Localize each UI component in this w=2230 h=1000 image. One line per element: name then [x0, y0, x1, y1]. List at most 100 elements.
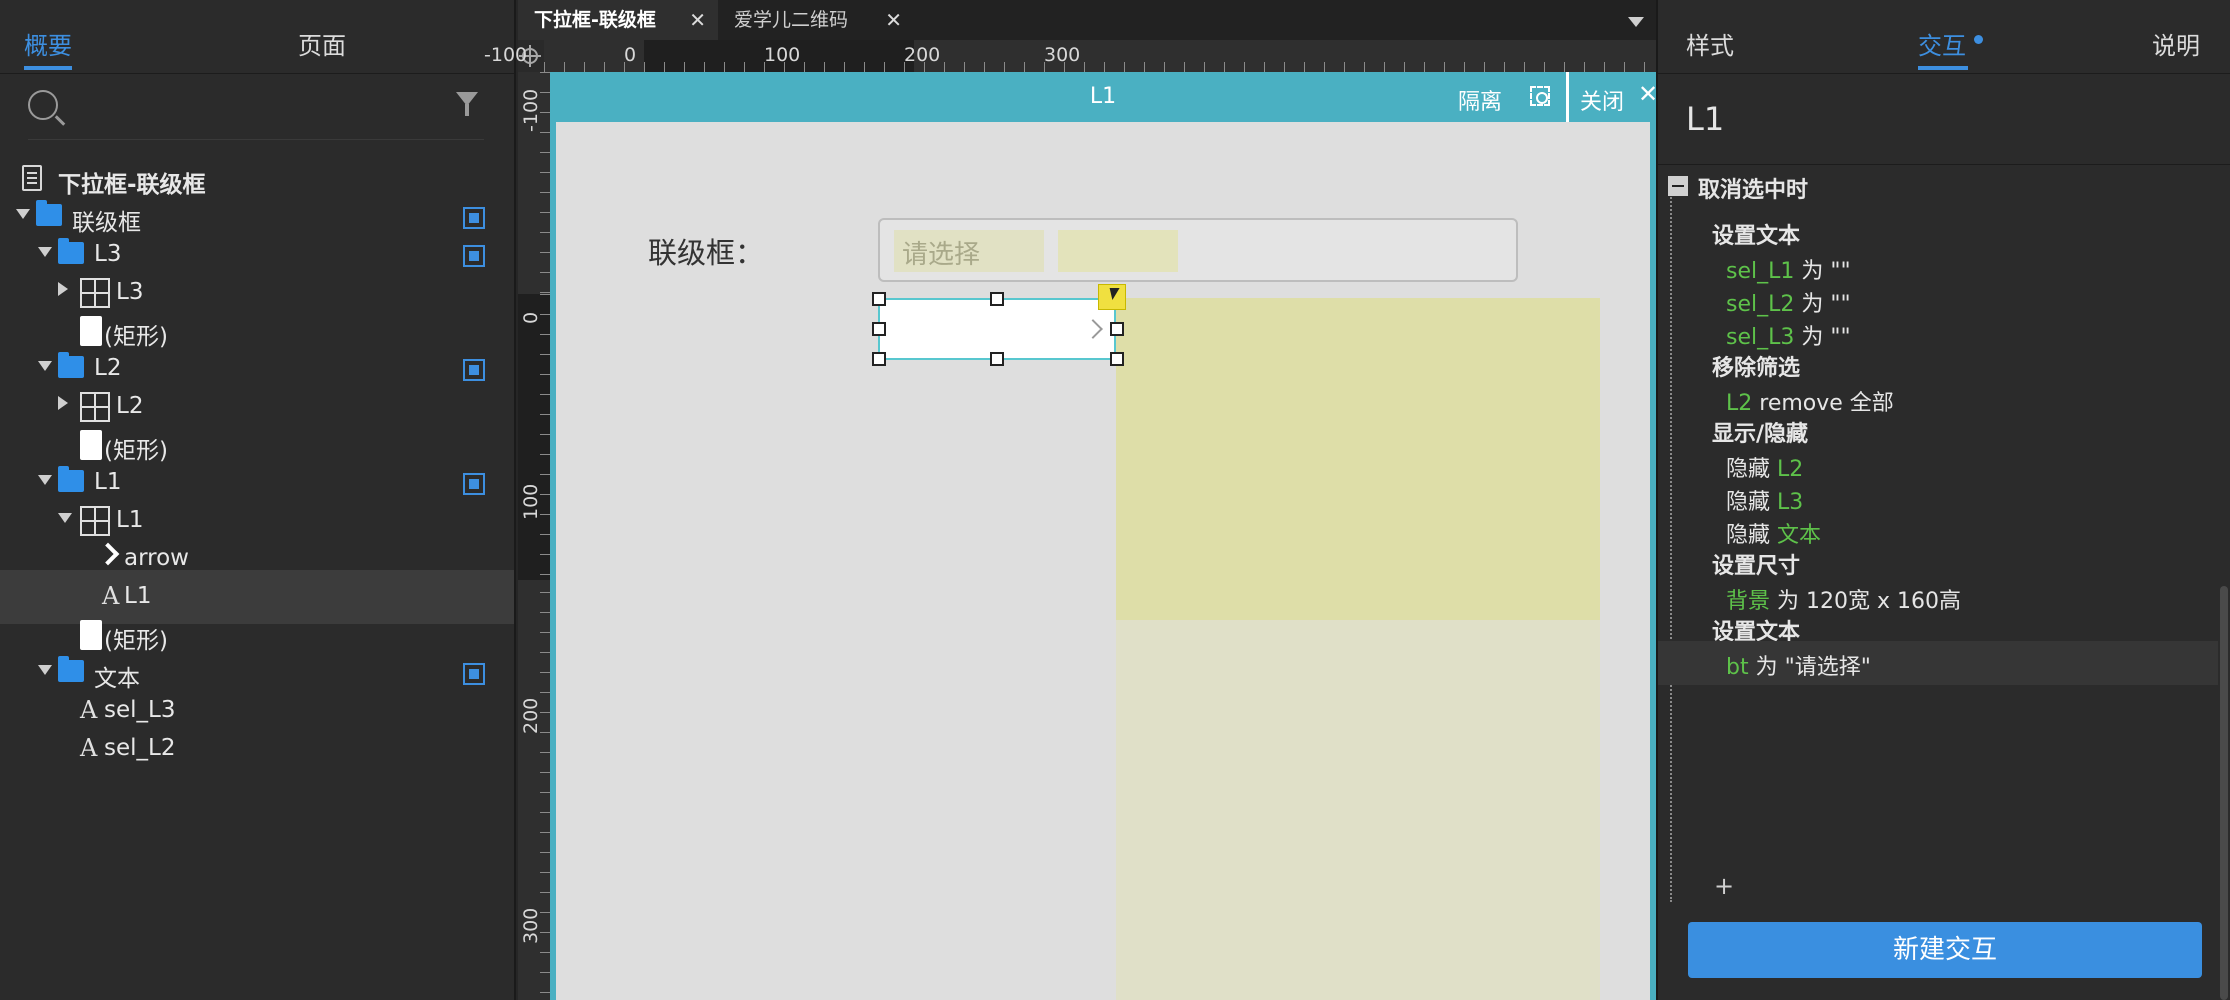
layer-label: L2 — [116, 393, 144, 419]
widget-name-field[interactable]: L1 — [1686, 100, 1724, 138]
dynamic-panel-icon[interactable] — [463, 473, 485, 495]
caret-down-icon[interactable] — [38, 247, 52, 257]
target-name: bt — [1726, 655, 1749, 680]
doc-tab-label: 下拉框-联级框 — [534, 9, 656, 31]
dynamic-panel-icon[interactable] — [463, 207, 485, 229]
layer-row[interactable]: Asel_L2 — [0, 722, 514, 776]
layer-label: L1 — [124, 583, 152, 609]
action-item[interactable]: 背景 为 120宽 x 160高 — [1658, 575, 2218, 619]
dynamic-panel-icon[interactable] — [463, 663, 485, 685]
scrollbar[interactable] — [2220, 586, 2228, 1000]
outline-search[interactable] — [28, 86, 484, 140]
ruler-label: 200 — [904, 44, 941, 66]
status-dot — [1974, 35, 1983, 44]
tab-menu-chevron-down-icon[interactable] — [1628, 17, 1644, 27]
search-icon[interactable] — [28, 90, 58, 120]
new-interaction-button[interactable]: 新建交互 — [1688, 922, 2202, 978]
add-action-button[interactable]: + — [1714, 872, 1734, 900]
inspector-panel: 样式 交互 说明 L1 取消选中时 设置文本 sel_L1 为 "" sel_L2 … — [1656, 0, 2230, 1000]
event-row[interactable]: 取消选中时 — [1658, 172, 2218, 212]
caret-right-icon[interactable] — [58, 282, 68, 296]
folder-icon — [36, 200, 62, 226]
action-text: 背景 为 120宽 x 160高 — [1726, 583, 1961, 615]
resize-handle[interactable] — [872, 322, 886, 336]
layer-label: L2 — [94, 355, 122, 381]
folder-icon — [58, 656, 84, 682]
tab-pages[interactable]: 页面 — [298, 26, 346, 61]
divider — [1566, 72, 1569, 122]
combo-highlight — [1058, 230, 1178, 272]
caret-down-icon[interactable] — [38, 665, 52, 675]
ruler-label: 300 — [1044, 44, 1081, 66]
caret-right-icon[interactable] — [58, 396, 68, 410]
caret-down-icon[interactable] — [16, 209, 30, 219]
doc-tab-active[interactable]: 下拉框-联级框 ✕ — [518, 0, 718, 40]
resize-handle[interactable] — [872, 292, 886, 306]
target-name: L2 — [1726, 391, 1753, 416]
target-name: sel_L3 — [1726, 325, 1795, 350]
ruler-label: 0 — [624, 44, 637, 66]
action-detail: 隐藏 — [1726, 523, 1777, 548]
doc-tab[interactable]: 爱学儿二维码 ✕ — [718, 0, 914, 40]
dropdown-panel[interactable] — [1116, 298, 1600, 620]
action-detail: remove 全部 — [1752, 391, 1894, 416]
layer-label: sel_L3 — [104, 697, 176, 723]
action-item[interactable]: sel_L3 为 "" — [1658, 311, 2218, 355]
text-icon: A — [80, 734, 98, 762]
close-isolation-button[interactable]: 关闭 — [1580, 84, 1624, 116]
isolate-icon[interactable] — [1530, 86, 1550, 106]
outline-panel: 概要 页面 下拉框-联级框 联级框 L3 L3 (矩形) L2 L2 (矩形) L1 L1 arr… — [0, 0, 516, 1000]
action-item[interactable]: L2 remove 全部 — [1658, 377, 2218, 421]
resize-handle[interactable] — [1110, 322, 1124, 336]
combo-placeholder: 请选择 — [902, 240, 981, 270]
text-icon: A — [80, 696, 98, 724]
resize-handle[interactable] — [990, 352, 1004, 366]
target-name: 文本 — [1777, 523, 1822, 548]
tab-style[interactable]: 样式 — [1686, 26, 1734, 61]
chevron-right-icon — [96, 542, 120, 566]
dynamic-panel-icon[interactable] — [463, 245, 485, 267]
dropdown-panel-lower[interactable] — [1116, 620, 1600, 1000]
resize-handle[interactable] — [872, 352, 886, 366]
chevron-right-icon — [1083, 319, 1103, 339]
collapse-icon[interactable] — [1668, 176, 1688, 196]
caret-down-icon[interactable] — [38, 475, 52, 485]
tab-notes[interactable]: 说明 — [2152, 26, 2200, 61]
canvas-area: 下拉框-联级框 ✕ 爱学儿二维码 ✕ -100 0 100 200 300 -1… — [484, 0, 1658, 1000]
doc-tab-label: 爱学儿二维码 — [734, 9, 849, 31]
ruler-label: 300 — [520, 907, 542, 944]
tab-outline[interactable]: 概要 — [24, 26, 72, 70]
cascade-combo-box[interactable]: 请选择 — [878, 218, 1518, 282]
filter-icon[interactable] — [456, 92, 484, 118]
ruler-label: -100 — [520, 88, 542, 132]
l1-selected-widget[interactable] — [878, 298, 1116, 360]
dynamic-panel-icon[interactable] — [463, 359, 485, 381]
ruler-selection-range — [518, 294, 550, 580]
document-tabbar: 下拉框-联级框 ✕ 爱学儿二维码 ✕ — [518, 0, 1656, 40]
resize-handle[interactable] — [1110, 352, 1124, 366]
ruler-label: 100 — [764, 44, 801, 66]
ruler-label: 200 — [520, 697, 542, 734]
folder-icon — [58, 238, 84, 264]
action-item[interactable]: bt 为 "请选择" — [1658, 641, 2218, 685]
tab-interactions[interactable]: 交互 — [1918, 26, 1968, 70]
inspector-tabs: 样式 交互 说明 — [1658, 0, 2230, 74]
combo-label: 联级框： — [648, 236, 765, 270]
isolate-button[interactable]: 隔离 — [1458, 84, 1502, 116]
action-item[interactable]: 隐藏 文本 — [1658, 509, 2218, 553]
resize-handle[interactable] — [990, 292, 1004, 306]
caret-down-icon[interactable] — [58, 513, 72, 523]
close-icon[interactable]: ✕ — [689, 0, 706, 40]
lightning-icon[interactable] — [1098, 284, 1126, 310]
caret-down-icon[interactable] — [38, 361, 52, 371]
layer-label: L1 — [94, 469, 122, 495]
action-detail: 为 "请选择" — [1748, 655, 1871, 680]
layer-label: L3 — [116, 279, 144, 305]
action-text: sel_L3 为 "" — [1726, 319, 1851, 351]
ruler-label: 0 — [520, 311, 542, 324]
action-text: L2 remove 全部 — [1726, 385, 1894, 417]
close-icon[interactable]: ✕ — [885, 0, 902, 40]
design-canvas[interactable]: 联级框： 请选择 — [556, 122, 1650, 1000]
action-detail: 为 "" — [1794, 325, 1851, 350]
page-icon — [22, 165, 42, 191]
